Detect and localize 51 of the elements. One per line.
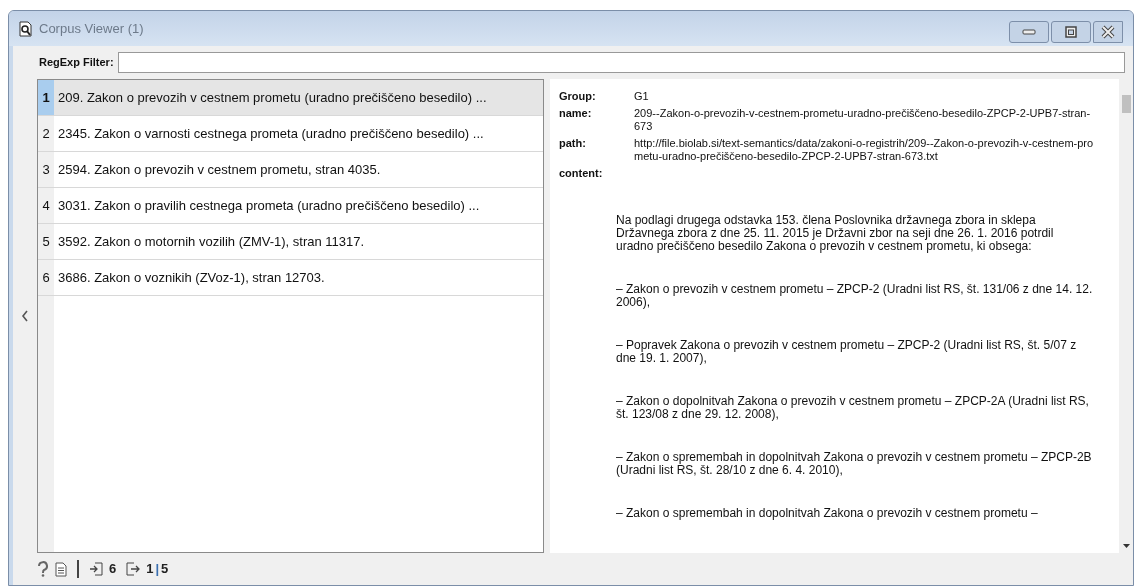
document-title: 2594. Zakon o prevozih v cestnem prometu, stran 4035.	[57, 160, 381, 179]
maximize-button[interactable]	[1051, 20, 1091, 43]
document-title: 209. Zakon o prevozih v cestnem prometu (uradno prečiščeno besedilo) ...	[57, 88, 487, 107]
output-icon	[126, 562, 141, 576]
document-row[interactable]: 5 3592. Zakon o motornih vozilih (ZMV-1), stran 11317.	[38, 224, 543, 260]
output-count: 1	[146, 560, 154, 579]
row-number: 2	[38, 116, 54, 151]
content-paragraph: – Zakon o spremembah in dopolnitvah Zakona o prevozih v cestnem prometu –	[616, 507, 1039, 520]
document-row[interactable]: 6 3686. Zakon o voznikih (ZVoz-1), stran 12703.	[38, 260, 543, 296]
document-row[interactable]: 1 209. Zakon o prevozih v cestnem prometu (uradno prečiščeno besedilo) ...	[38, 80, 543, 116]
content-paragraph: – Zakon o spremembah in dopolnitvah Zakona o prevozih v cestnem prometu – ZPCP-2B (Uradni list RS, št. 28/10 z dne 6. 4. 2010),	[616, 451, 1093, 477]
row-number: 6	[38, 260, 54, 295]
field-label: path:	[559, 137, 587, 151]
document-title: 3686. Zakon o voznikih (ZVoz-1), stran 12703.	[57, 268, 325, 287]
content-paragraph: – Zakon o prevozih v cestnem prometu – ZPCP-2 (Uradni list RS, št. 131/06 z dne 14. 12. 2006),	[616, 283, 1094, 309]
close-button[interactable]	[1093, 20, 1123, 43]
field-label: content:	[559, 167, 604, 180]
close-icon	[1100, 24, 1116, 39]
content-paragraph: Na podlagi drugega odstavka 153. člena Poslovnika državnega zbora in sklepa Državnega zbora z dne 25. 11. 2015 je Državni zbor na seji dne 26. 1. 2016 potrdil uradno prečiščeno besedilo Zakona o prevozih v cestnem prometu, ki obsega:	[616, 214, 1055, 253]
content-paragraph: – Popravek Zakona o prevozih v cestnem prometu – ZPCP-2 (Uradni list RS, št. 5/07 z dne 19. 1. 2007),	[616, 339, 1078, 365]
document-search-icon	[19, 20, 33, 37]
field-value: http://file.biolab.si/text-semantics/data/zakoni-o-registrih/209--Zakon-o-prevozih-v-cestnem-prometu-uradno-prečiščeno-besedilo-ZPCP-2-UPB7-stran-673.txt	[634, 137, 1094, 163]
document-row[interactable]: 2 2345. Zakon o varnosti cestnega prometa (uradno prečiščeno besedilo) ...	[38, 116, 543, 152]
filter-input[interactable]	[117, 52, 1125, 73]
document-title: 3031. Zakon o pravilih cestnega prometa (uradno prečiščeno besedilo) ...	[57, 196, 480, 215]
content-paragraph: – Zakon o dopolnitvah Zakona o prevozih v cestnem prometu – ZPCP-2A (Uradni list RS, št. 123/08 z dne 29. 12. 2008),	[616, 395, 1090, 421]
field-label: Group:	[559, 90, 597, 103]
document-icon[interactable]	[55, 561, 67, 577]
minimize-button[interactable]	[1009, 20, 1049, 43]
minimize-icon	[1022, 28, 1036, 35]
row-number: 4	[38, 188, 54, 223]
field-value: 209--Zakon-o-prevozih-v-cestnem-prometu-uradno-prečiščeno-besedilo-ZPCP-2-UPB7-stran-673	[634, 107, 1092, 133]
scrollbar-thumb[interactable]	[1122, 95, 1131, 113]
maximize-icon	[1065, 25, 1077, 38]
row-number: 1	[38, 80, 54, 115]
document-row[interactable]: 3 2594. Zakon o prevozih v cestnem prometu, stran 4035.	[38, 152, 543, 188]
document-title: 3592. Zakon o motornih vozilih (ZMV-1), stran 11317.	[57, 232, 365, 251]
document-title: 2345. Zakon o varnosti cestnega prometa (uradno prečiščeno besedilo) ...	[57, 124, 484, 143]
input-count: 6	[109, 560, 117, 579]
output-separator: |	[155, 560, 160, 579]
field-label: name:	[559, 107, 593, 121]
row-number: 5	[38, 224, 54, 259]
row-number: 3	[38, 152, 54, 187]
document-row[interactable]: 4 3031. Zakon o pravilih cestnega prometa (uradno prečiščeno besedilo) ...	[38, 188, 543, 224]
help-icon[interactable]	[37, 561, 49, 577]
input-icon	[89, 562, 103, 576]
output-total: 5	[161, 560, 169, 579]
filter-label: RegExp Filter:	[39, 55, 114, 71]
window-title: Corpus Viewer (1)	[39, 19, 144, 38]
field-value: G1	[634, 90, 650, 103]
scroll-down-arrow-icon[interactable]	[1122, 543, 1131, 549]
